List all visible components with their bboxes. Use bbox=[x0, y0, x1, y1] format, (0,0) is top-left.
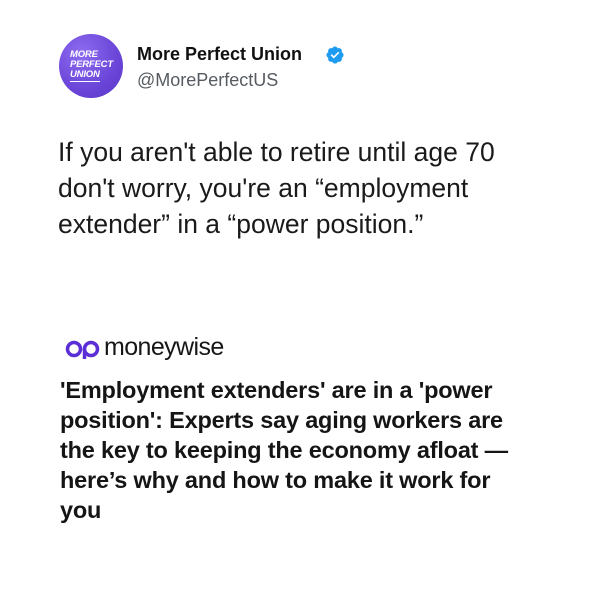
source-name: moneywise bbox=[104, 333, 224, 361]
moneywise-logo-icon bbox=[65, 340, 100, 359]
article-card[interactable]: moneywise 'Employment extenders' are in … bbox=[0, 300, 600, 600]
handle[interactable]: @MorePerfectUS bbox=[137, 70, 278, 91]
verified-badge-icon bbox=[326, 46, 344, 64]
avatar-text-line-3: UNION bbox=[70, 69, 100, 82]
avatar[interactable]: MORE PERFECT UNION bbox=[59, 34, 123, 98]
article-headline[interactable]: 'Employment extenders' are in a 'power p… bbox=[60, 375, 520, 525]
tweet-header-section: MORE PERFECT UNION More Perfect Union @M… bbox=[0, 0, 600, 246]
display-name[interactable]: More Perfect Union bbox=[137, 44, 302, 65]
tweet-text: If you aren't able to retire until age 7… bbox=[58, 137, 495, 239]
